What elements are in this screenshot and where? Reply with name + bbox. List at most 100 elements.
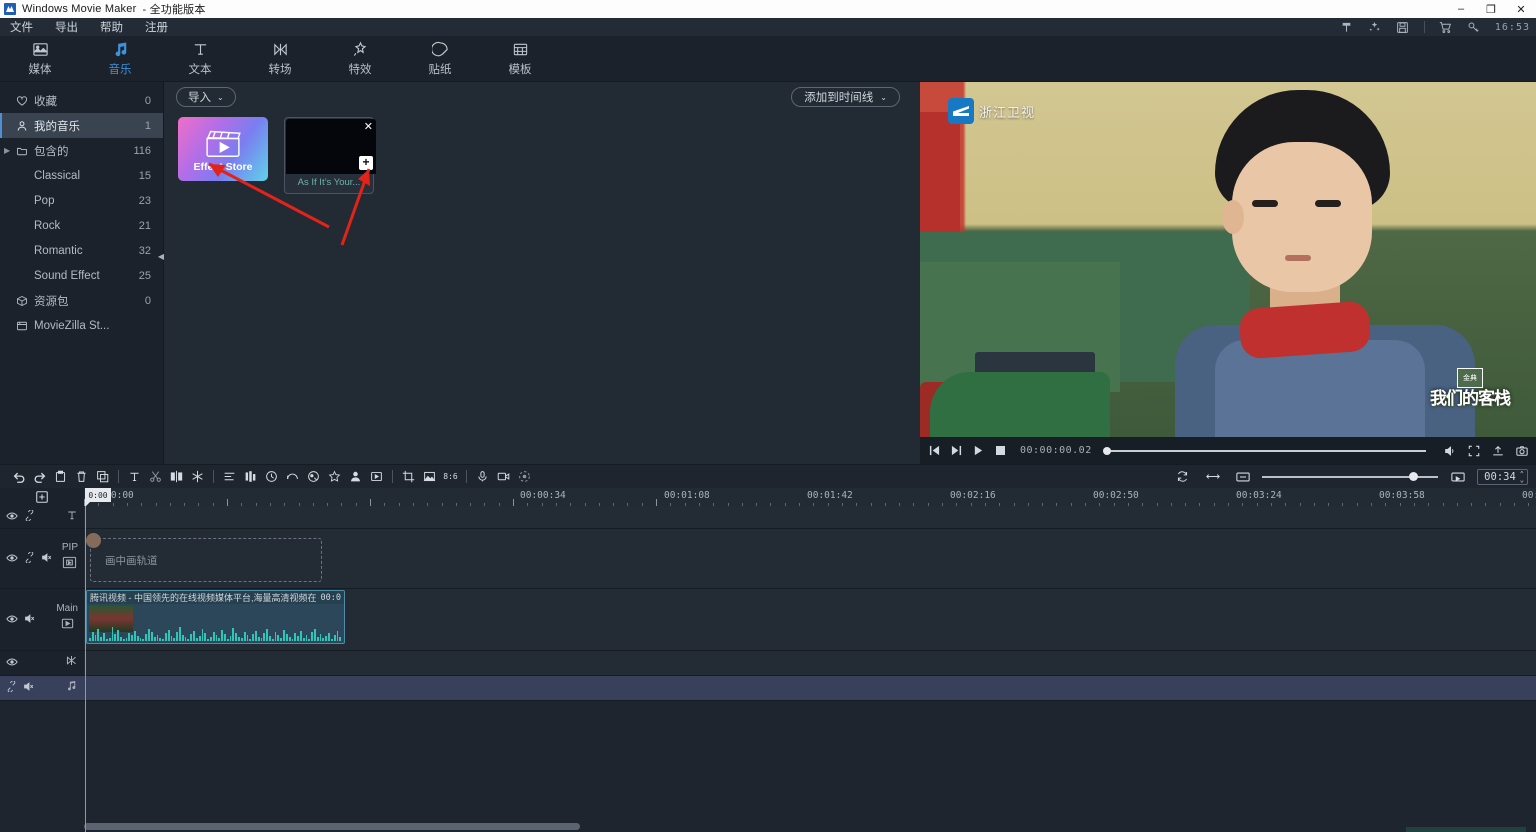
maximize-button[interactable]: ❐ [1476,0,1506,18]
portrait-icon[interactable] [345,466,366,488]
mask-icon[interactable] [419,466,440,488]
stepper-icon[interactable]: ⌃ ⌄ [1520,470,1524,483]
chroma-icon[interactable] [303,466,324,488]
key-icon[interactable] [1467,20,1481,34]
motion-icon[interactable] [514,466,535,488]
align-icon[interactable] [219,466,240,488]
chevron-right-icon[interactable]: ▶ [4,146,10,155]
pip-frame-icon[interactable] [62,555,77,575]
effect-store-card[interactable]: Effect Store [178,117,268,181]
favorite-icon[interactable] [324,466,345,488]
crop-icon[interactable] [398,466,419,488]
sidebar-item-resource-pack[interactable]: 资源包 0 [0,288,163,313]
track-audio-body[interactable] [84,676,1536,700]
add-to-timeline-icon[interactable]: + [359,156,373,170]
scrubber-handle[interactable] [1102,446,1111,455]
color-icon[interactable] [240,466,261,488]
main-video-clip[interactable]: 腾讯视频 - 中国领先的在线视频媒体平台,海量高清视频在 00:0 [86,590,345,644]
sidebar-item-sound-effect[interactable]: Sound Effect 25 [0,263,163,288]
timeline-ruler[interactable]: 00:00:00 00:00:34 00:01:08 00:01:42 00:0… [84,488,1536,506]
delete-icon[interactable] [71,466,92,488]
track-transition[interactable] [0,651,1536,676]
sidebar-item-favorites[interactable]: 收藏 0 [0,88,163,113]
menu-item-export[interactable]: 导出 [55,19,78,35]
play-icon[interactable] [972,444,985,457]
eye-icon[interactable] [6,654,18,672]
previous-frame-icon[interactable] [928,444,941,457]
record-icon[interactable] [493,466,514,488]
zoom-out-icon[interactable] [1232,466,1253,488]
sidebar-item-included[interactable]: ▶ 包含的 116 [0,138,163,163]
timeline-horizontal-scrollbar[interactable] [84,823,580,830]
minimize-button[interactable]: – [1446,0,1476,18]
tab-transition[interactable]: 转场 [240,36,320,82]
close-icon[interactable]: ✕ [364,120,373,133]
tab-text[interactable]: 文本 [160,36,240,82]
add-to-timeline-button[interactable]: 添加到时间线 ⌄ [791,87,900,107]
menu-item-register[interactable]: 注册 [145,19,168,35]
split-icon[interactable] [166,466,187,488]
reverse-icon[interactable] [282,466,303,488]
track-pip[interactable]: PIP 画中画轨道 [0,529,1536,589]
cart-icon[interactable] [1439,20,1453,34]
redo-icon[interactable] [29,466,50,488]
voice-icon[interactable] [472,466,493,488]
track-audio[interactable] [0,676,1536,701]
lock-icon[interactable] [24,550,35,568]
tab-sticker[interactable]: 贴纸 [400,36,480,82]
sidebar-item-moviezilla-store[interactable]: MovieZilla St... [0,313,163,338]
track-main-body[interactable]: 腾讯视频 - 中国领先的在线视频媒体平台,海量高清视频在 00:0 [84,589,1536,650]
pip-placeholder[interactable]: 画中画轨道 [90,538,322,582]
stop-icon[interactable] [994,444,1007,457]
playback-scrubber[interactable] [1102,446,1426,455]
tab-music[interactable]: 音乐 [80,36,160,82]
timeline-zoom-slider[interactable] [1262,471,1439,481]
track-main[interactable]: Main 腾讯视频 - 中国领先的在线视频媒体平台,海量高清视频在 00:0 [0,589,1536,651]
fullscreen-icon[interactable] [1467,444,1480,457]
mute-icon[interactable] [24,611,35,629]
export-frame-icon[interactable] [1491,444,1504,457]
refresh-icon[interactable] [1172,466,1193,488]
fit-icon[interactable] [1202,466,1223,488]
video-preview[interactable]: 浙江卫视 金典 我们的客栈 [920,82,1536,437]
timeline-playhead[interactable] [85,506,86,832]
sidebar-item-classical[interactable]: Classical 15 [0,163,163,188]
tab-effect[interactable]: 特效 [320,36,400,82]
mute-icon[interactable] [41,550,52,568]
duplicate-icon[interactable] [92,466,113,488]
sidebar-item-my-music[interactable]: 我的音乐 1 [0,113,163,138]
pin-icon[interactable] [1340,20,1354,34]
sidebar-collapse-handle[interactable]: ◀ [157,246,165,266]
text-icon[interactable] [124,466,145,488]
paste-icon[interactable] [50,466,71,488]
freeze-icon[interactable] [187,466,208,488]
tab-template[interactable]: 模板 [480,36,560,82]
menu-item-help[interactable]: 帮助 [100,19,123,35]
eye-icon[interactable] [6,508,18,526]
cut-icon[interactable] [145,466,166,488]
tab-media[interactable]: 媒体 [0,36,80,82]
snapshot-icon[interactable] [1515,444,1528,457]
next-frame-icon[interactable] [950,444,963,457]
track-transition-body[interactable] [84,651,1536,675]
ratio-icon[interactable]: 8:6 [440,466,461,488]
sidebar-item-rock[interactable]: Rock 21 [0,213,163,238]
lock-icon[interactable] [24,508,35,526]
eye-icon[interactable] [6,550,18,568]
audio-media-item[interactable]: ✕ + As If It’s Your... [284,117,376,194]
playhead-label[interactable]: 0:00 [85,488,111,506]
play-frame-icon[interactable] [60,616,75,636]
mute-icon[interactable] [23,679,34,697]
undo-icon[interactable] [8,466,29,488]
pip-icon[interactable] [366,466,387,488]
export-button[interactable]: 导出 [1406,827,1526,832]
magic-icon[interactable] [1368,20,1382,34]
save-icon[interactable] [1396,20,1410,34]
add-track-button[interactable] [0,490,84,504]
speed-icon[interactable] [261,466,282,488]
track-text-body[interactable] [84,506,1536,528]
track-text[interactable] [0,506,1536,529]
sidebar-item-romantic[interactable]: Romantic 32 [0,238,163,263]
eye-icon[interactable] [6,611,18,629]
track-pip-body[interactable]: 画中画轨道 [84,529,1536,588]
